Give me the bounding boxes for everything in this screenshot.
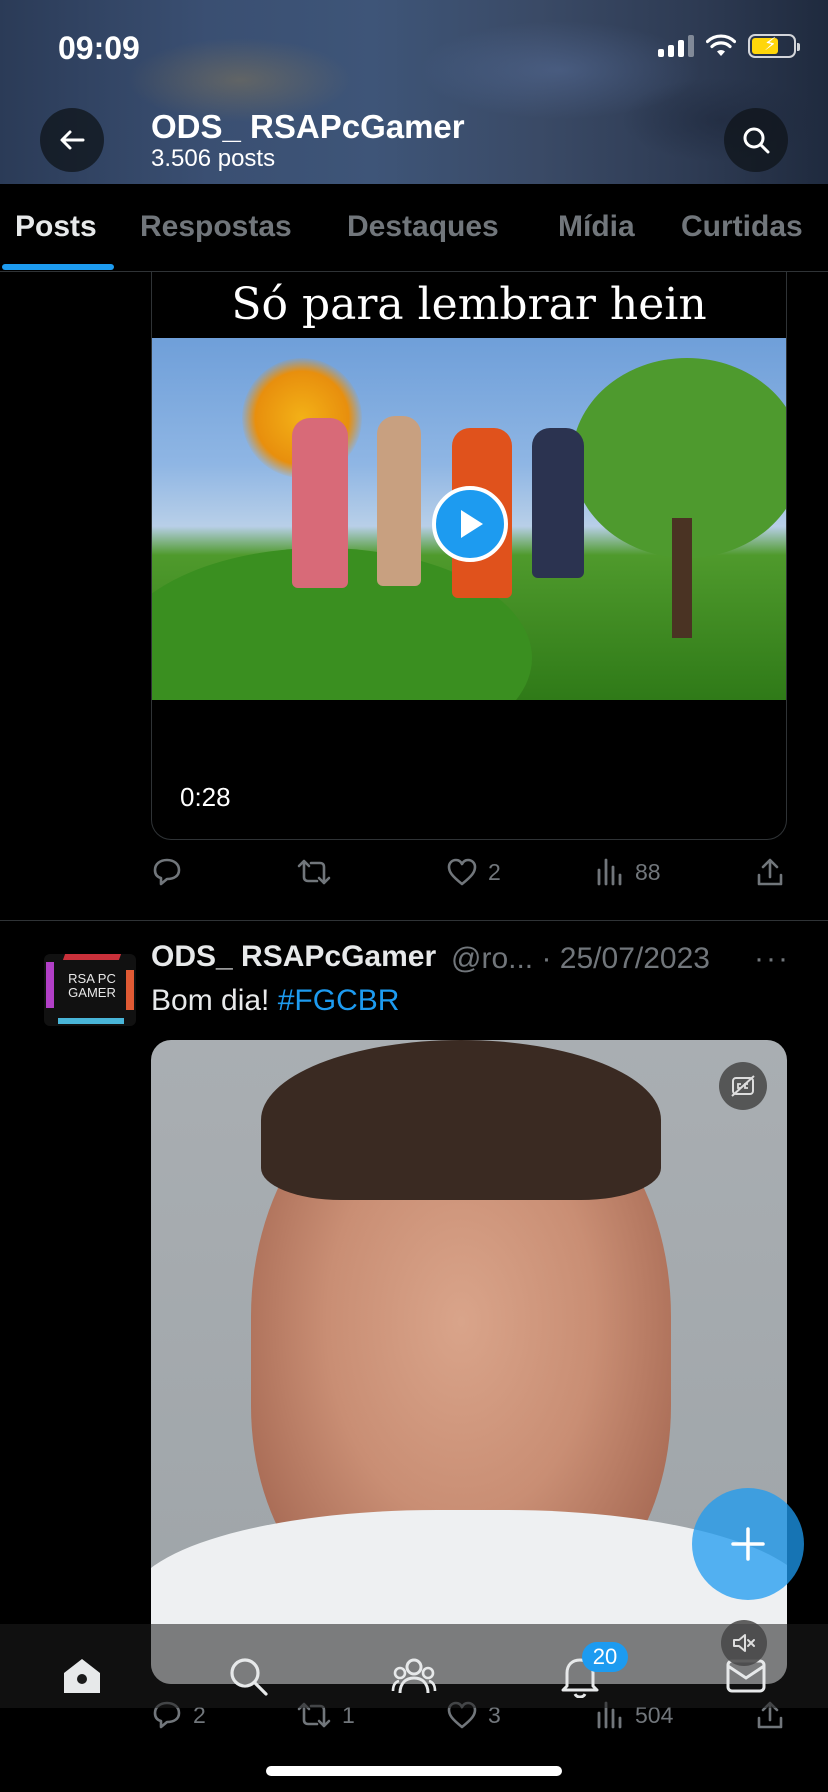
more-options-button[interactable]: ···: [754, 942, 790, 976]
profile-tabs: Posts Respostas Destaques Mídia Curtidas: [0, 184, 828, 272]
profile-screen: 09:09 ⚡ ODS_ RSAPcGamer 3.506 posts Post…: [0, 0, 828, 1792]
post-video[interactable]: [151, 1040, 787, 1684]
like-count: 2: [488, 858, 501, 885]
post-divider: [0, 920, 828, 921]
tab-curtidas[interactable]: Curtidas: [681, 210, 803, 244]
nav-search[interactable]: [224, 1652, 272, 1700]
heart-icon: [447, 858, 477, 886]
video-duration: 0:28: [180, 782, 231, 812]
share-icon: [757, 858, 783, 886]
arrow-left-icon: [60, 130, 85, 150]
post-date: · 25/07/2023: [541, 942, 710, 975]
video-thumbnail: [152, 338, 786, 700]
captions-off-icon: [731, 1075, 755, 1097]
like-button[interactable]: 2: [446, 857, 501, 887]
post-video[interactable]: Só para lembrar hein 0:28: [151, 272, 787, 840]
nav-home[interactable]: [58, 1652, 106, 1700]
hashtag-link[interactable]: #FGCBR: [278, 984, 400, 1017]
views-chart-icon: [597, 858, 622, 886]
tab-destaques[interactable]: Destaques: [347, 210, 499, 244]
post-text: Bom dia! #FGCBR: [151, 984, 399, 1018]
profile-posts-count: 3.506 posts: [151, 145, 276, 172]
battery-icon: ⚡: [748, 34, 800, 58]
wifi-icon: [706, 34, 736, 56]
repost-icon: [297, 859, 331, 885]
home-icon: [64, 1659, 100, 1693]
post-author-name[interactable]: ODS_ RSAPcGamer: [151, 940, 436, 974]
tab-midia[interactable]: Mídia: [558, 210, 635, 244]
communities-icon: [391, 1658, 437, 1694]
share-button[interactable]: [755, 857, 785, 887]
mute-button[interactable]: [721, 1620, 767, 1666]
active-tab-indicator: [2, 264, 114, 270]
search-button[interactable]: [724, 108, 788, 172]
post-handle-date[interactable]: @ro... · 25/07/2023: [451, 942, 710, 976]
post-actions: 2 88: [151, 857, 787, 897]
play-icon: [461, 510, 483, 538]
play-button[interactable]: [432, 486, 508, 562]
compose-post-button[interactable]: [692, 1488, 804, 1600]
view-count: 88: [635, 858, 661, 885]
back-button[interactable]: [40, 108, 104, 172]
tab-respostas[interactable]: Respostas: [140, 210, 292, 244]
home-indicator: [266, 1766, 562, 1776]
nav-communities[interactable]: [390, 1652, 438, 1700]
notifications-badge: 20: [582, 1642, 628, 1672]
speaker-muted-icon: [733, 1634, 755, 1652]
status-icons: ⚡: [658, 34, 800, 58]
search-icon: [743, 127, 770, 154]
profile-name: ODS_ RSAPcGamer: [151, 108, 465, 145]
plus-icon: [731, 1527, 765, 1561]
reply-icon: [153, 858, 181, 886]
tab-posts[interactable]: Posts: [15, 210, 97, 244]
status-time: 09:09: [58, 30, 140, 66]
search-icon: [230, 1658, 268, 1696]
reply-button[interactable]: [151, 857, 193, 887]
post-text-body: Bom dia!: [151, 984, 270, 1017]
repost-button[interactable]: [296, 857, 342, 887]
cellular-signal-icon: [658, 35, 694, 57]
profile-header: 09:09 ⚡ ODS_ RSAPcGamer 3.506 posts: [0, 0, 828, 184]
avatar-text: RSA PC GAMER: [68, 971, 116, 1000]
views-button[interactable]: 88: [595, 857, 661, 887]
avatar[interactable]: RSA PC GAMER: [44, 954, 136, 1026]
bottom-navigation: [0, 1624, 828, 1708]
captions-button[interactable]: [719, 1062, 767, 1110]
post-handle: @ro...: [451, 942, 534, 975]
video-caption: Só para lembrar hein: [231, 279, 707, 330]
